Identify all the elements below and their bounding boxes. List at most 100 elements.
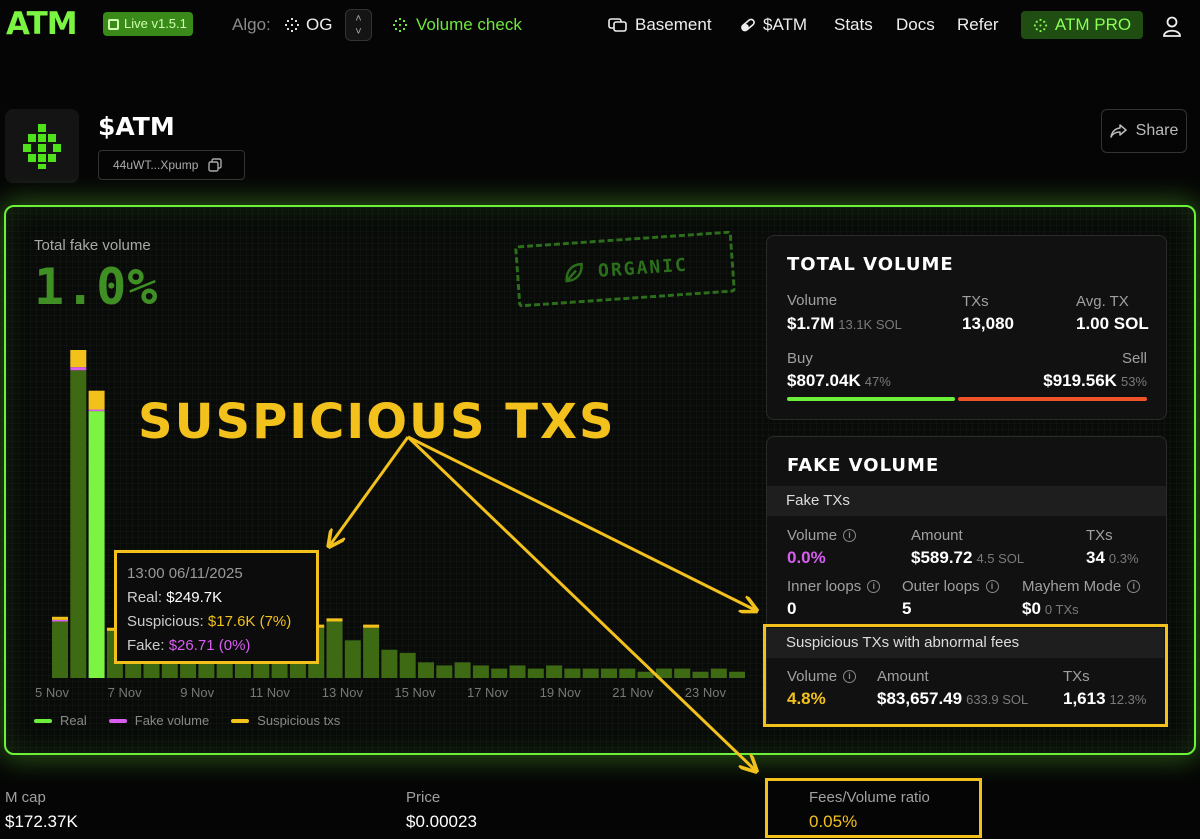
price-value: $0.00023: [406, 812, 477, 831]
tv-sell-amount: $919.56K: [1043, 371, 1117, 390]
sell-ratio-bar: [958, 397, 1147, 401]
tooltip-real-value: $249.7K: [166, 589, 223, 606]
bar-suspicious[interactable]: [88, 390, 105, 410]
bar-real[interactable]: [88, 411, 105, 678]
bar-real[interactable]: [472, 665, 489, 678]
fake-txs-header: Fake TXs: [767, 486, 1166, 516]
bar-real[interactable]: [564, 668, 581, 678]
bar-real[interactable]: [491, 668, 508, 678]
fv-amount-value: $589.72 4.5 SOL: [911, 548, 1024, 568]
bar-real[interactable]: [454, 662, 471, 678]
bar-real[interactable]: [344, 640, 361, 678]
mcap-value: $172.37K: [5, 812, 78, 831]
fv-outer-label-text: Outer loops: [902, 578, 980, 595]
algo-label: Algo:: [232, 15, 271, 34]
tv-sell-label: Sell: [1121, 350, 1147, 367]
bar-real[interactable]: [601, 668, 617, 678]
atm-pro-button[interactable]: ATM PRO: [1021, 11, 1143, 39]
nav-docs[interactable]: Docs: [896, 15, 935, 35]
x-tick-label: 21 Nov: [612, 685, 654, 700]
x-tick-label: 17 Nov: [467, 685, 509, 700]
bar-real[interactable]: [399, 652, 416, 678]
top-nav: ATM Live v1.5.1 Algo: OG ˄ ˅ Volume chec…: [0, 0, 1200, 50]
app-logo[interactable]: ATM: [6, 7, 78, 41]
bar-real[interactable]: [527, 668, 544, 678]
x-tick-label: 5 Nov: [35, 685, 69, 700]
share-button[interactable]: Share: [1101, 109, 1187, 153]
volume-check-label: Volume check: [416, 15, 522, 34]
fv-mayhem-txs: 0 TXs: [1044, 602, 1079, 617]
info-icon[interactable]: i: [1127, 580, 1141, 593]
suspicious-txs-annotation: SUSPICIOUS TXS: [138, 394, 616, 450]
bar-real[interactable]: [381, 649, 398, 678]
fv-txs-value: 34 0.3%: [1086, 548, 1139, 568]
bar-real[interactable]: [363, 627, 380, 678]
legend-item-fake[interactable]: Fake volume: [108, 713, 209, 728]
buy-ratio-bar: [787, 397, 955, 401]
nav-atm-label: $ATM: [763, 15, 808, 34]
nav-stats[interactable]: Stats: [834, 15, 873, 35]
bar-real[interactable]: [546, 665, 563, 678]
chart-legend: Real Fake volume Suspicious txs: [34, 713, 340, 728]
algo-dropdown-toggle[interactable]: ˄ ˅: [345, 9, 372, 41]
tv-sell-pct: 53%: [1120, 374, 1147, 389]
chart-tooltip: 13:00 06/11/2025 Real: $249.7K Suspiciou…: [114, 550, 319, 664]
bar-real[interactable]: [674, 668, 691, 678]
bar-real[interactable]: [418, 662, 434, 678]
bar-real[interactable]: [710, 668, 727, 678]
legend-swatch: [34, 718, 52, 723]
nav-refer-label: Refer: [957, 15, 999, 34]
tv-volume-value: $1.7M 13.1K SOL: [787, 314, 902, 334]
live-square-icon: [108, 18, 119, 30]
bar-real[interactable]: [692, 671, 709, 678]
tv-txs-label: TXs: [962, 293, 989, 310]
bar-real[interactable]: [619, 668, 636, 678]
bar-fake[interactable]: [88, 409, 105, 412]
organic-stamp-text: ORGANIC: [597, 254, 689, 282]
bar-real[interactable]: [52, 621, 68, 678]
leaf-icon: [565, 262, 583, 283]
tooltip-real-label: Real:: [127, 589, 163, 606]
version-badge: Live v1.5.1: [103, 12, 193, 36]
bar-suspicious[interactable]: [70, 350, 87, 368]
x-tick-label: 15 Nov: [394, 685, 436, 700]
bar-suspicious[interactable]: [326, 618, 343, 622]
nav-atm[interactable]: $ATM: [740, 15, 807, 35]
volume-check-link[interactable]: Volume check: [392, 15, 522, 35]
legend-item-suspicious[interactable]: Suspicious txs: [231, 713, 340, 728]
bar-real[interactable]: [70, 370, 87, 678]
suspicious-highlight-box: [763, 624, 1168, 727]
bar-real[interactable]: [582, 668, 599, 678]
fv-inner-value: 0: [787, 599, 797, 618]
info-icon[interactable]: i: [843, 529, 857, 542]
nav-basement[interactable]: Basement: [608, 15, 712, 35]
fv-mayhem-usd: $0: [1022, 599, 1041, 618]
bar-real[interactable]: [436, 665, 453, 678]
legend-swatch: [231, 718, 250, 723]
user-icon[interactable]: [1162, 15, 1182, 37]
tooltip-time: 13:00 06/11/2025: [127, 565, 243, 582]
bar-real[interactable]: [326, 621, 343, 678]
legend-item-real[interactable]: Real: [34, 713, 87, 728]
bar-fake[interactable]: [52, 619, 68, 622]
copy-icon[interactable]: [208, 158, 223, 172]
bar-real[interactable]: [509, 665, 526, 678]
bar-suspicious[interactable]: [52, 616, 68, 620]
tv-buy-pct: 47%: [864, 374, 891, 389]
info-icon[interactable]: i: [867, 580, 881, 593]
bar-real[interactable]: [729, 671, 745, 678]
bar-suspicious[interactable]: [363, 624, 380, 628]
fees-highlight-box: [765, 778, 982, 838]
info-icon[interactable]: i: [985, 580, 999, 593]
bar-real[interactable]: [655, 668, 672, 678]
fv-inner-label-text: Inner loops: [787, 578, 862, 595]
algo-selector[interactable]: OG: [284, 15, 332, 35]
bar-fake[interactable]: [70, 367, 87, 371]
fv-mayhem-label-text: Mayhem Mode: [1022, 578, 1122, 595]
x-tick-label: 19 Nov: [540, 685, 582, 700]
tooltip-fake-row: Fake: $26.71 (0%): [127, 634, 306, 658]
contract-address[interactable]: 44uWT...Xpump: [98, 150, 245, 180]
x-tick-label: 13 Nov: [322, 685, 364, 700]
nav-refer[interactable]: Refer: [957, 15, 999, 35]
bar-real[interactable]: [637, 671, 654, 678]
